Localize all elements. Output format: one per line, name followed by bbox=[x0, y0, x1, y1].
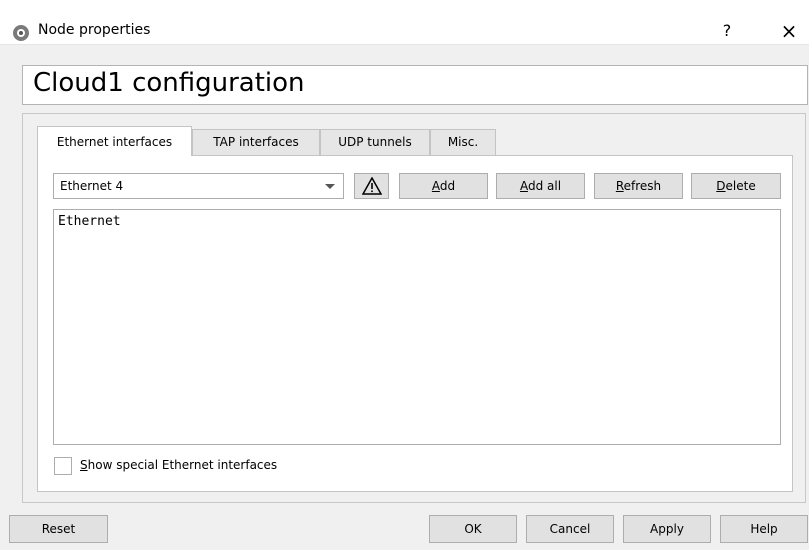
chevron-down-icon bbox=[325, 184, 335, 189]
warning-triangle-icon bbox=[361, 176, 382, 195]
list-item[interactable]: Ethernet bbox=[58, 214, 121, 229]
show-special-checkbox[interactable] bbox=[54, 457, 72, 475]
interface-dropdown[interactable]: Ethernet 4 bbox=[53, 173, 344, 199]
close-icon[interactable]: × bbox=[776, 19, 802, 43]
add-button-label: dd bbox=[439, 179, 456, 193]
apply-button[interactable]: Apply bbox=[623, 515, 711, 543]
gns3-app-icon bbox=[13, 25, 29, 41]
refresh-button-label: efresh bbox=[623, 179, 662, 193]
refresh-button[interactable]: Refresh bbox=[594, 173, 683, 199]
tab-ethernet-interfaces[interactable]: Ethernet interfaces bbox=[37, 126, 192, 156]
reset-button[interactable]: Reset bbox=[9, 515, 108, 543]
refresh-button-mnemonic: R bbox=[615, 179, 624, 193]
delete-button-mnemonic: D bbox=[716, 179, 726, 193]
page-title: Cloud1 configuration bbox=[33, 68, 305, 98]
add-button-mnemonic: A bbox=[431, 179, 440, 193]
tab-udp-tunnels[interactable]: UDP tunnels bbox=[320, 129, 430, 155]
help-button[interactable]: Help bbox=[720, 515, 808, 543]
cancel-button[interactable]: Cancel bbox=[526, 515, 614, 543]
title-bar: Node properties ? × bbox=[0, 0, 809, 45]
tab-tap-interfaces[interactable]: TAP interfaces bbox=[192, 129, 320, 155]
warning-button[interactable] bbox=[354, 173, 389, 199]
delete-button-label: elete bbox=[725, 179, 756, 193]
add-all-button-mnemonic: A bbox=[519, 179, 528, 193]
interface-dropdown-value: Ethernet 4 bbox=[60, 179, 124, 193]
add-all-button-label: dd all bbox=[527, 179, 562, 193]
add-button[interactable]: Add bbox=[399, 173, 488, 199]
show-special-text: how special Ethernet interfaces bbox=[87, 458, 278, 472]
show-special-mnemonic: S bbox=[80, 458, 88, 472]
delete-button[interactable]: Delete bbox=[691, 173, 781, 199]
tab-misc[interactable]: Misc. bbox=[430, 129, 496, 155]
window-title: Node properties bbox=[38, 22, 151, 38]
interface-list[interactable]: Ethernet bbox=[53, 209, 781, 445]
show-special-label[interactable]: Show special Ethernet interfaces bbox=[80, 458, 277, 472]
ok-button[interactable]: OK bbox=[429, 515, 517, 543]
config-header: Cloud1 configuration bbox=[22, 65, 808, 105]
add-all-button[interactable]: Add all bbox=[496, 173, 585, 199]
help-icon[interactable]: ? bbox=[715, 19, 739, 43]
